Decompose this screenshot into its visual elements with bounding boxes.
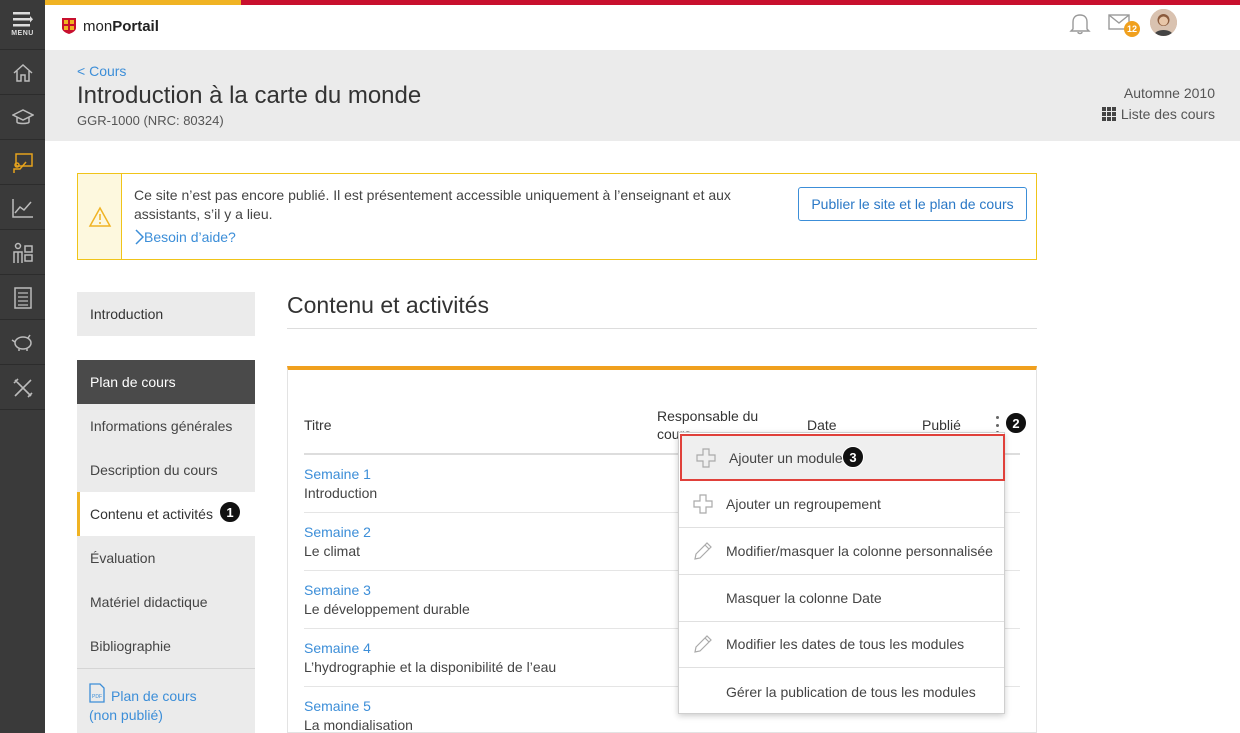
rail-home[interactable] [0,51,45,95]
term-label: Automne 2010 [1123,85,1215,101]
sidebar-item-materials[interactable]: Matériel didactique [77,580,255,624]
pencil-icon [679,541,726,561]
chevron-right-icon [135,229,144,245]
rail-tools[interactable] [0,366,45,410]
pencil-icon [679,634,726,654]
menu-item-label: Gérer la publication de tous les modules [726,683,976,700]
graduation-cap-icon [11,108,34,124]
row-week-link[interactable]: Semaine 3 [304,582,371,598]
help-link[interactable]: Besoin d’aide? [134,229,236,245]
course-code: GGR-1000 (NRC: 80324) [77,113,224,128]
sidebar-item-evaluation[interactable]: Évaluation [77,536,255,580]
plus-icon [679,494,726,514]
rail-results[interactable] [0,186,45,230]
warning-icon [88,205,111,227]
pdf-link-text: Plan de cours (non publié) [89,687,197,725]
row-week-link[interactable]: Semaine 4 [304,640,371,656]
tools-icon [12,377,33,398]
piggy-bank-icon [11,334,32,351]
step-marker-2: 2 [1005,412,1027,434]
sidebar-item-general-info[interactable]: Informations générales [77,404,255,448]
menu-item-edit-all-dates[interactable]: Modifier les dates de tous les modules [679,621,1004,668]
avatar[interactable] [1150,9,1177,36]
menu-item-manage-publication[interactable]: Gérer la publication de tous les modules [679,668,1004,715]
row-module-name: Le climat [304,543,361,559]
menu-item-edit-custom-column[interactable]: Modifier/masquer la colonne personnalisé… [679,528,1004,575]
step-marker-1: 1 [219,501,241,523]
rail-studies[interactable] [0,96,45,140]
crest-icon [62,18,76,34]
pdf-plan-link[interactable]: PDF Plan de cours (non publié) [77,668,255,733]
chart-icon [11,198,33,218]
sidebar-item-introduction[interactable]: Introduction [77,292,255,336]
people-icon [12,242,33,263]
column-header-responsible[interactable]: Responsable du [657,408,758,424]
sidebar-section-plan[interactable]: Plan de cours [77,360,255,404]
user-photo-icon [1150,9,1177,36]
back-link-label: Cours [89,63,127,79]
menu-item-add-group[interactable]: Ajouter un regroupement [679,481,1004,528]
title-divider [287,328,1037,329]
grid-icon [1101,107,1116,121]
mail-count-badge: 12 [1124,21,1140,37]
menu-button[interactable]: MENU [0,0,45,50]
row-week-link[interactable]: Semaine 5 [304,698,371,714]
course-list-label: Liste des cours [1120,106,1215,122]
alert-icon-box [78,174,122,259]
logo-bold: Portail [112,17,159,35]
menu-item-label: Masquer la colonne Date [726,590,882,606]
sidebar-item-description[interactable]: Description du cours [77,448,255,492]
home-icon [13,63,32,82]
publish-site-button[interactable]: Publier le site et le plan de cours [798,187,1027,221]
rail-documents[interactable] [0,276,45,320]
step-marker-3: 3 [842,446,864,468]
column-header-title[interactable]: Titre [304,417,331,433]
list-icon [13,286,32,309]
page-title: Introduction à la carte du monde [77,82,422,109]
help-link-label: Besoin d’aide? [144,229,236,245]
row-week-link[interactable]: Semaine 1 [304,466,371,482]
row-module-name: Le développement durable [304,601,470,617]
menu-item-label: Ajouter un regroupement [726,496,881,512]
alert-message: Ce site n’est pas encore publié. Il est … [134,187,731,222]
back-to-courses-link[interactable]: < Cours [77,63,126,79]
row-module-name: L’hydrographie et la disponibilité de l’… [304,659,557,675]
row-module-name: La mondialisation [304,717,413,733]
column-header-published[interactable]: Publié [922,417,961,433]
kebab-dot-icon [996,416,999,419]
row-week-link[interactable]: Semaine 2 [304,524,371,540]
rail-courses[interactable] [0,141,45,185]
course-list-link[interactable]: Liste des cours [1101,106,1215,122]
course-header: < Cours Introduction à la carte du monde… [45,50,1240,141]
pdf-link-line1: Plan de cours [111,688,197,704]
rail-people[interactable] [0,231,45,275]
responsible-line1: Responsable du [657,408,759,424]
menu-item-label: Modifier les dates de tous les modules [726,636,965,652]
left-rail: MENU [0,0,45,733]
plus-icon [682,447,729,468]
menu-label: MENU [11,30,34,37]
rail-finances[interactable] [0,321,45,365]
menu-item-label: Ajouter un module [729,449,843,466]
table-options-menu: Ajouter un module Ajouter un regroupemen… [678,432,1005,714]
unpublished-alert: Ce site n’est pas encore publié. Il est … [77,173,1037,260]
menu-item-label: Modifier/masquer la colonne personnalisé… [726,543,993,559]
kebab-dot-icon [996,423,999,427]
portal-logo[interactable]: mon Portail [61,17,159,35]
sidebar-item-bibliography[interactable]: Bibliographie [77,624,255,668]
pdf-link-line2: (non publié) [89,707,163,723]
logo-prefix: mon [83,17,113,35]
row-module-name: Introduction [304,485,378,501]
menu-item-hide-date-column[interactable]: Masquer la colonne Date [679,575,1004,622]
column-header-date[interactable]: Date [807,417,837,433]
section-title: Contenu et activités [287,292,490,318]
hamburger-icon [12,12,33,27]
bell-icon [1069,14,1091,35]
top-bar: mon Portail [45,5,1240,50]
notifications-button[interactable] [1068,11,1092,40]
course-board-icon [12,152,33,173]
